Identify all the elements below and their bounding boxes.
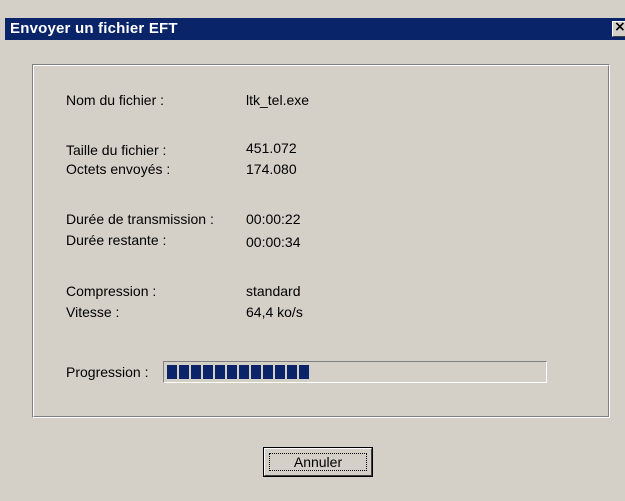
- speed-label: Vitesse :: [66, 304, 120, 320]
- progress-block: [191, 365, 201, 379]
- cancel-button[interactable]: Annuler: [263, 447, 373, 477]
- window-title: Envoyer un fichier EFT: [10, 20, 178, 37]
- compression-label: Compression :: [66, 283, 157, 299]
- transmission-time-label: Durée de transmission :: [66, 211, 214, 227]
- progress-block: [251, 365, 261, 379]
- progress-block: [215, 365, 225, 379]
- progress-block: [299, 365, 309, 379]
- remaining-time-value: 00:00:34: [246, 234, 301, 250]
- progress-block: [239, 365, 249, 379]
- transmission-time-value: 00:00:22: [246, 211, 301, 227]
- progress-label: Progression :: [66, 364, 149, 380]
- progress-block: [179, 365, 189, 379]
- progress-block: [287, 365, 297, 379]
- progress-block: [263, 365, 273, 379]
- progress-block: [227, 365, 237, 379]
- bytes-sent-label: Octets envoyés :: [66, 161, 171, 177]
- send-eft-file-dialog: Envoyer un fichier EFT × Nom du fichier …: [0, 0, 625, 501]
- file-name-label: Nom du fichier :: [66, 92, 165, 108]
- file-size-value: 451.072: [246, 140, 297, 156]
- speed-value: 64,4 ko/s: [246, 304, 303, 320]
- file-name-value: ltk_tel.exe: [246, 92, 310, 108]
- remaining-time-label: Durée restante :: [66, 232, 167, 248]
- progress-block: [167, 365, 177, 379]
- file-size-label: Taille du fichier :: [66, 142, 167, 158]
- cancel-button-label: Annuler: [269, 453, 367, 471]
- close-button[interactable]: ×: [612, 19, 625, 37]
- bytes-sent-value: 174.080: [246, 161, 297, 177]
- progress-block: [275, 365, 285, 379]
- progress-block: [203, 365, 213, 379]
- title-bar[interactable]: Envoyer un fichier EFT ×: [5, 18, 625, 40]
- progress-bar: [163, 361, 547, 383]
- progress-fill: [167, 365, 311, 379]
- close-icon: ×: [614, 19, 625, 35]
- compression-value: standard: [246, 283, 301, 299]
